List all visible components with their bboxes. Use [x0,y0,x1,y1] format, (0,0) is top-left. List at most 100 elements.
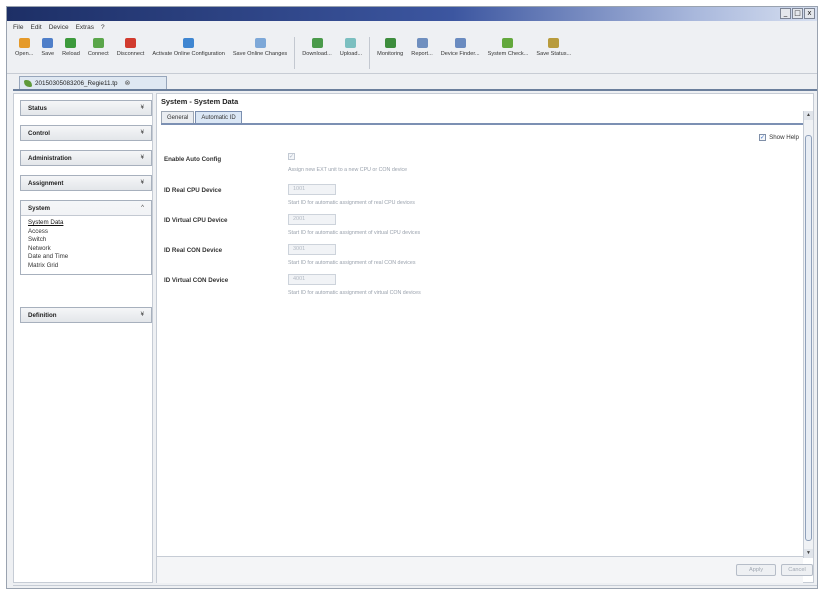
menu-edit[interactable]: Edit [30,24,41,31]
nav-item-date-and-time[interactable]: Date and Time [28,253,151,262]
menu-device[interactable]: Device [49,24,69,31]
minimize-icon[interactable]: _ [780,8,791,19]
scroll-up-icon[interactable]: ▲ [804,111,813,120]
nav-title: System [28,204,51,212]
download-label: Download... [302,51,332,57]
vertical-scrollbar[interactable]: ▲ ▼ [803,111,813,558]
id-virtual-cpu-input[interactable]: 2001 [288,214,336,225]
field-help: Start ID for automatic assignment of rea… [288,200,415,206]
reload-icon [65,38,77,48]
menu-file[interactable]: File [13,24,23,31]
toolbar-separator [294,37,296,69]
document-icon [24,79,32,87]
show-help-label: Show Help [769,134,799,141]
scroll-down-icon[interactable]: ▼ [804,549,813,558]
action-bar: Apply Cancel [157,556,813,583]
chevron-down-icon[interactable]: ¥ [141,105,144,111]
reload-button[interactable]: Reload [58,34,84,57]
open-button[interactable]: Open... [11,34,37,57]
nav-title: Definition [28,311,57,319]
nav-header[interactable]: Administration ¥ [21,151,151,165]
monitoring-button[interactable]: Monitoring [373,34,407,57]
menu-extras[interactable]: Extras [76,24,94,31]
nav-section-definition[interactable]: Definition ¥ [20,307,152,323]
content-panel: System - System Data General Automatic I… [156,93,814,583]
apply-button[interactable]: Apply [736,564,776,576]
chevron-down-icon[interactable]: ¥ [141,312,144,318]
chevron-down-icon[interactable]: ¥ [141,155,144,161]
download-icon [311,38,323,48]
field-label: Enable Auto Config [164,156,222,163]
show-help-toggle[interactable]: ✓ Show Help [759,134,799,141]
nav-item-access[interactable]: Access [28,228,151,237]
app-window: _ □ x File Edit Device Extras ? Open... … [6,6,818,589]
content-tabs: General Automatic ID [161,111,242,123]
tab-automatic-id[interactable]: Automatic ID [195,111,242,123]
nav-item-system-data[interactable]: System Data [28,219,151,228]
nav-header[interactable]: Assignment ¥ [21,176,151,190]
field-help: Assign new EXT unit to a new CPU or CON … [288,167,408,173]
nav-section-system[interactable]: System ^ System Data Access Switch Netwo… [20,200,152,275]
nav-section-status[interactable]: Status ¥ [20,100,152,116]
activate-label: Activate Online Configuration [152,51,225,57]
nav-item-switch[interactable]: Switch [28,236,151,245]
checkmark-icon [502,38,514,48]
nav-item-network[interactable]: Network [28,245,151,254]
auto-config-checkbox[interactable]: ✓ [288,153,295,160]
activate-online-configuration-button[interactable]: Activate Online Configuration [148,34,228,57]
save-online-icon [254,38,266,48]
id-virtual-con-input[interactable]: 4001 [288,274,336,285]
close-tab-icon[interactable]: ⊗ [125,79,131,87]
chevron-down-icon[interactable]: ¥ [141,180,144,186]
connect-label: Connect [87,51,109,57]
nav-section-assignment[interactable]: Assignment ¥ [20,175,152,191]
nav-item-matrix-grid[interactable]: Matrix Grid [28,262,151,271]
field-help: Start ID for automatic assignment of vir… [288,230,421,236]
toolbar: Open... Save Reload Connect Disconnect A… [7,34,817,74]
save-button[interactable]: Save [37,34,58,57]
download-button[interactable]: Download... [298,34,336,57]
report-label: Report... [411,51,433,57]
save-status-label: Save Status... [536,51,572,57]
cancel-button[interactable]: Cancel [781,564,813,576]
close-icon[interactable]: x [804,8,815,19]
search-icon [454,38,466,48]
document-tab-strip [13,89,817,91]
activate-icon [183,38,195,48]
auto-config-checkbox-wrap: ✓ [288,153,295,160]
device-finder-button[interactable]: Device Finder... [437,34,484,57]
tab-general[interactable]: General [161,111,195,123]
toolbar-separator [369,37,371,69]
upload-button[interactable]: Upload... [336,34,366,57]
tab-underline [161,123,804,125]
document-tab[interactable]: 20150305083206_Regie11.tp ⊗ [19,76,167,89]
maximize-icon[interactable]: □ [792,8,803,19]
nav-header[interactable]: Control ¥ [21,126,151,140]
id-real-cpu-input[interactable]: 1001 [288,184,336,195]
id-real-con-input[interactable]: 3001 [288,244,336,255]
save-label: Save [41,51,55,57]
nav-header[interactable]: Status ¥ [21,101,151,115]
nav-title: Assignment [28,179,64,187]
save-status-button[interactable]: Save Status... [532,34,575,57]
connect-button[interactable]: Connect [84,34,113,57]
nav-section-control[interactable]: Control ¥ [20,125,152,141]
nav-header[interactable]: Definition ¥ [21,308,151,322]
report-button[interactable]: Report... [407,34,436,57]
scrollbar-thumb[interactable] [805,135,812,541]
chevron-down-icon[interactable]: ¥ [141,130,144,136]
reload-label: Reload [62,51,80,57]
disconnect-button[interactable]: Disconnect [113,34,149,57]
system-check-button[interactable]: System Check... [484,34,533,57]
field-label: ID Virtual CON Device [164,277,229,284]
nav-section-administration[interactable]: Administration ¥ [20,150,152,166]
field-help: Start ID for automatic assignment of rea… [288,260,416,266]
nav-header[interactable]: System ^ [21,201,151,215]
window-controls: _ □ x [780,8,815,19]
chevron-up-icon[interactable]: ^ [141,205,144,211]
show-help-checkbox[interactable]: ✓ [759,133,767,141]
checkmark-icon: ✓ [760,133,766,141]
save-online-changes-button[interactable]: Save Online Changes [229,34,291,57]
id-real-con-input-wrap: 3001 [288,244,336,255]
menu-help[interactable]: ? [101,24,105,31]
